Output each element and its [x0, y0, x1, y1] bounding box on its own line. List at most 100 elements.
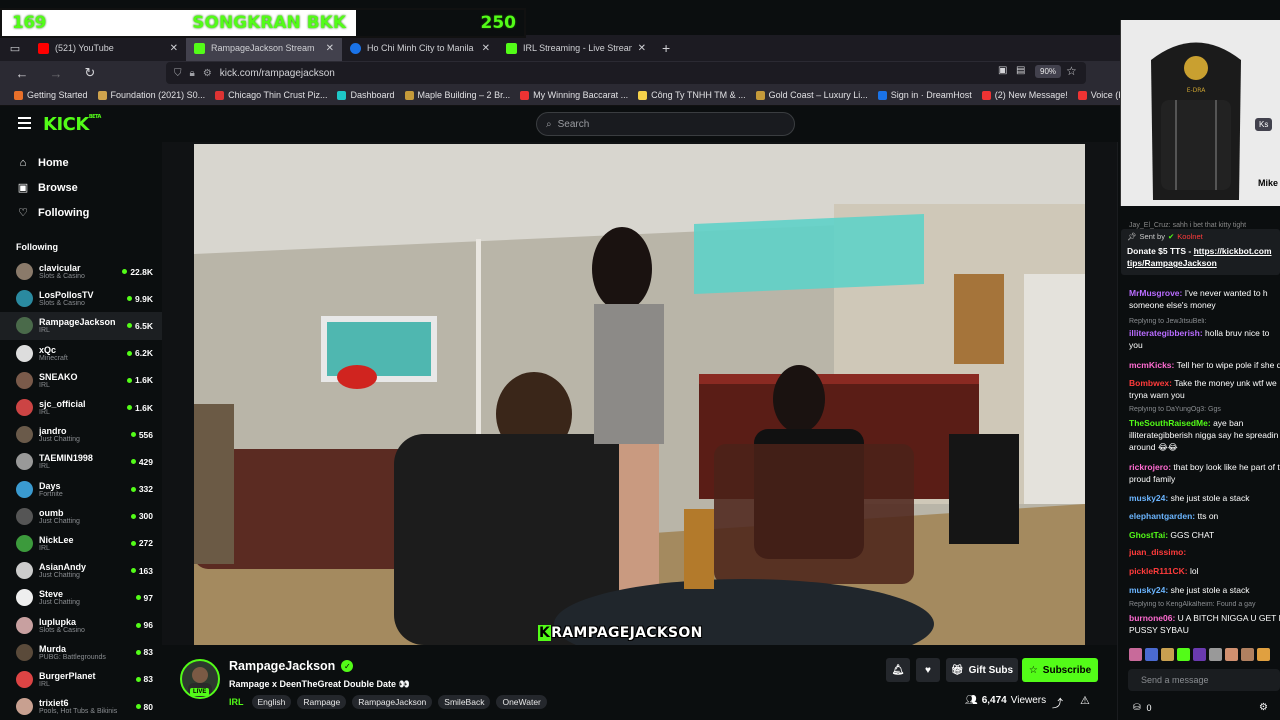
sidebar-item-following[interactable]: ♡ Following	[0, 200, 162, 225]
tag[interactable]: Rampage	[297, 695, 347, 709]
bookmark-item[interactable]: Công Ty TNHH TM & ...	[638, 90, 746, 100]
tab-rampagejackson[interactable]: RampageJackson Stream ✕	[186, 35, 342, 61]
reader-view-icon[interactable]: ▤	[1016, 65, 1025, 76]
sidebar-item-channel[interactable]: BurgerPlanet IRL 83	[0, 666, 162, 693]
reload-icon[interactable]: ↻	[78, 65, 102, 81]
shield-icon[interactable]: ⛉	[174, 68, 182, 79]
bookmark-item[interactable]: Gold Coast – Luxury Li...	[755, 90, 868, 100]
pinned-link-cont[interactable]: tips/RampageJackson	[1127, 258, 1217, 268]
sidebar-item-channel[interactable]: Murda PUBG: Battlegrounds 83	[0, 639, 162, 666]
sidebar-item-channel[interactable]: LosPollosTV Slots & Casino 9.9K	[0, 285, 162, 312]
search-input[interactable]: ⌕ Search	[536, 112, 795, 136]
video-frame[interactable]	[194, 144, 1085, 645]
video-player[interactable]	[162, 142, 1117, 645]
chat-username[interactable]: pickleR111CK:	[1129, 566, 1188, 576]
sidebar-item-channel[interactable]: SNEAKO IRL 1.6K	[0, 367, 162, 394]
bookmark-item[interactable]: (2) New Message!	[981, 90, 1068, 100]
sidebar-item-channel[interactable]: oumb Just Chatting 300	[0, 503, 162, 530]
chat-username[interactable]: illiterategibberish:	[1129, 328, 1203, 338]
chat-message-input[interactable]: Send a message	[1128, 669, 1280, 691]
sidebar-item-channel[interactable]: clavicular Slots & Casino 22.8K	[0, 258, 162, 285]
sidebar-item-channel[interactable]: jandro Just Chatting 556	[0, 421, 162, 448]
emote-icon[interactable]	[1193, 648, 1206, 661]
channel-info: RampageJackson IRL	[39, 317, 127, 334]
pinned-link[interactable]: https://kickbot.com	[1194, 246, 1272, 256]
sidebar-item-channel[interactable]: AsianAndy Just Chatting 163	[0, 557, 162, 584]
chat-username[interactable]: TheSouthRaisedMe:	[1129, 418, 1211, 428]
kick-logo[interactable]: KICKBETA	[43, 114, 101, 135]
lock-icon[interactable]: 🔒︎	[190, 68, 195, 79]
permissions-icon[interactable]: ⚙	[203, 68, 212, 79]
sidebar-item-channel[interactable]: sjc_official IRL 1.6K	[0, 394, 162, 421]
bookmark-item[interactable]: Chicago Thin Crust Piz...	[215, 90, 327, 100]
tab-irl-streaming[interactable]: IRL Streaming - Live Streams or ✕	[498, 35, 654, 61]
chat-username[interactable]: musky24:	[1129, 493, 1168, 503]
bookmark-item[interactable]: Getting Started	[14, 90, 88, 100]
tab-list-menu-icon[interactable]: ▭	[0, 35, 30, 61]
notification-bell-button[interactable]: 🔔︎	[886, 658, 910, 682]
bookmark-star-icon[interactable]: ☆	[1066, 64, 1077, 78]
bookmark-item[interactable]: Maple Building – 2 Br...	[404, 90, 510, 100]
tag[interactable]: English	[251, 695, 292, 709]
emote-icon[interactable]	[1177, 648, 1190, 661]
chat-username[interactable]: rickrojero:	[1129, 462, 1171, 472]
address-bar[interactable]: ⛉ 🔒︎ ⚙ kick.com/rampagejackson	[166, 62, 1086, 84]
chat-username[interactable]: elephantgarden:	[1129, 511, 1195, 521]
streamer-name[interactable]: RampageJackson ✓	[229, 659, 354, 673]
sidebar-item-channel[interactable]: trixiet6 Pools, Hot Tubs & Bikinis 80	[0, 693, 162, 720]
pinned-message[interactable]: 📌︎ Sent by ✔ Koolnet Donate $5 TTS - htt…	[1121, 229, 1280, 275]
bookmark-item[interactable]: Foundation (2021) S0...	[97, 90, 205, 100]
follow-heart-button[interactable]: ♥	[916, 658, 940, 682]
back-arrow-icon[interactable]: ←	[10, 66, 34, 81]
sidebar-item-home[interactable]: ⌂ Home	[0, 150, 162, 175]
sidebar-item-channel[interactable]: luplupka Slots & Casino 96	[0, 611, 162, 638]
share-icon[interactable]: ⤴	[1052, 695, 1063, 711]
chat-username[interactable]: burnone06:	[1129, 613, 1175, 623]
tag[interactable]: RampageJackson	[352, 695, 433, 709]
sidebar-item-channel[interactable]: Steve Just Chatting 97	[0, 584, 162, 611]
sidebar-item-channel[interactable]: Days Fortnite 332	[0, 476, 162, 503]
tag[interactable]: OneWater	[496, 695, 547, 709]
chat-username[interactable]: musky24:	[1129, 585, 1168, 595]
sidebar-item-channel[interactable]: NickLee IRL 272	[0, 530, 162, 557]
sidebar-item-channel[interactable]: xQc Minecraft 6.2K	[0, 340, 162, 367]
zoom-level-badge[interactable]: 90%	[1035, 65, 1062, 78]
tab-youtube[interactable]: (521) YouTube ✕	[30, 35, 186, 61]
chat-username[interactable]: mcmKicks:	[1129, 360, 1174, 370]
chat-points[interactable]: ⛁ 0	[1133, 702, 1152, 713]
bookmark-item[interactable]: Dashboard	[337, 90, 395, 100]
url-text[interactable]: kick.com/rampagejackson	[220, 68, 335, 79]
chat-settings-gear-icon[interactable]: ⚙	[1259, 702, 1268, 713]
hamburger-menu-icon[interactable]	[18, 117, 31, 129]
tab-google-flights[interactable]: Ho Chi Minh City to Manila | G ✕	[342, 35, 498, 61]
new-tab-plus-icon[interactable]: +	[654, 40, 678, 56]
sidebar-item-channel[interactable]: RampageJackson IRL 6.5K	[0, 312, 162, 340]
report-warning-icon[interactable]: ⚠	[1080, 694, 1090, 707]
chat-username[interactable]: juan_dissimo:	[1129, 547, 1186, 557]
emote-icon[interactable]	[1209, 648, 1222, 661]
emote-icon[interactable]	[1129, 648, 1142, 661]
chat-username[interactable]: Bombwex:	[1129, 378, 1172, 388]
bookmark-item[interactable]: My Winning Baccarat ...	[520, 90, 628, 100]
sidebar-item-channel[interactable]: TAEMIN1998 IRL 429	[0, 448, 162, 475]
tab-close-icon[interactable]: ✕	[482, 43, 490, 54]
subscribe-button[interactable]: ☆ Subscribe	[1022, 658, 1098, 682]
tab-close-icon[interactable]: ✕	[638, 43, 646, 54]
tab-close-icon[interactable]: ✕	[170, 43, 178, 54]
emote-icon[interactable]	[1145, 648, 1158, 661]
emote-icon[interactable]	[1225, 648, 1238, 661]
chat-username[interactable]: MrMusgrove:	[1129, 288, 1182, 298]
gift-subs-button[interactable]: 🎁︎ Gift Subs	[946, 658, 1018, 682]
emote-icon[interactable]	[1161, 648, 1174, 661]
picture-in-picture-icon[interactable]: ▣	[998, 65, 1007, 76]
category-link[interactable]: IRL	[229, 697, 244, 707]
emote-icon[interactable]	[1241, 648, 1254, 661]
tab-close-icon[interactable]: ✕	[326, 43, 334, 54]
sidebar-item-browse[interactable]: ▣ Browse	[0, 175, 162, 200]
emote-icon[interactable]	[1257, 648, 1270, 661]
chat-message: juan_dissimo:	[1129, 546, 1280, 558]
bookmark-item[interactable]: Sign in · DreamHost	[877, 90, 972, 100]
tag[interactable]: SmileBack	[438, 695, 491, 709]
chat-username[interactable]: GhostTai:	[1129, 530, 1168, 540]
forward-arrow-icon[interactable]: →	[44, 66, 68, 81]
